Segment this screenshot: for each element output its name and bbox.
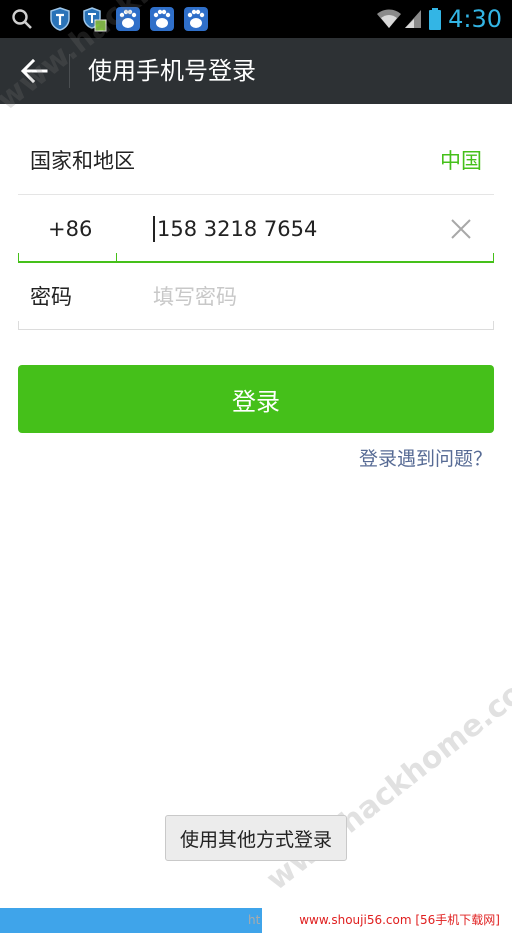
baidu-paw-icon — [182, 5, 210, 33]
login-problem-link[interactable]: 登录遇到问题？ — [359, 444, 492, 471]
footer-partial-text: ht — [248, 913, 261, 927]
status-time: 4:30 — [448, 5, 502, 33]
underline-tick — [493, 321, 494, 330]
phone-number-input[interactable]: 158 3218 7654 — [153, 196, 443, 262]
divider — [18, 194, 494, 195]
password-underline — [18, 329, 494, 330]
country-label: 国家和地区 — [30, 149, 135, 173]
wifi-icon — [374, 5, 404, 33]
search-icon — [8, 5, 36, 33]
page-title: 使用手机号登录 — [88, 57, 256, 85]
clear-x-icon — [451, 219, 471, 239]
bottom-blue-bar — [0, 908, 262, 933]
battery-icon — [426, 5, 444, 33]
clear-button[interactable] — [446, 214, 476, 244]
underline-tick — [18, 321, 19, 330]
underline-tick — [493, 253, 494, 262]
login-button[interactable]: 登录 — [18, 365, 494, 433]
footer-site-text: www.shouji56.com [56手机下载网] — [299, 913, 500, 927]
baidu-paw-icon — [148, 5, 176, 33]
other-login-methods-button[interactable]: 使用其他方式登录 — [165, 815, 347, 861]
password-input[interactable]: 填写密码 — [153, 264, 483, 330]
password-row: 密码 填写密码 — [18, 264, 494, 330]
watermark: www.hackhome.com — [260, 656, 512, 898]
country-value: 中国 — [440, 149, 482, 173]
phone-row: +86 158 3218 7654 — [18, 196, 494, 262]
bottom-strip: ht www.shouji56.com [56手机下载网] — [0, 908, 512, 933]
signal-icon — [402, 5, 424, 33]
country-code[interactable]: +86 — [48, 196, 92, 262]
country-region-row[interactable]: 国家和地区 中国 — [18, 128, 494, 194]
underline-tick — [116, 253, 117, 262]
password-label: 密码 — [30, 285, 72, 309]
underline-tick — [18, 253, 19, 262]
phone-underline — [18, 261, 494, 263]
